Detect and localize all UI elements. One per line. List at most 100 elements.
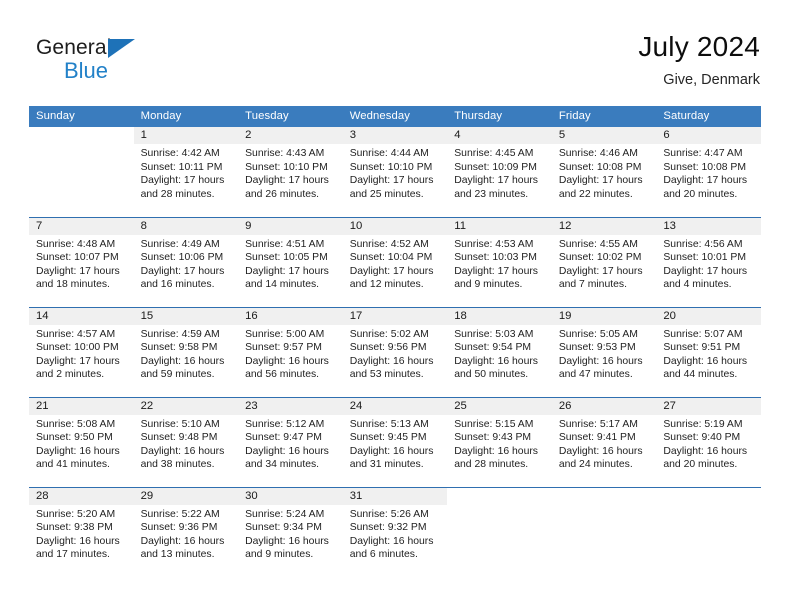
day-number: 15 xyxy=(133,307,239,325)
calendar-empty-cell xyxy=(29,127,134,217)
day-details: Sunrise: 5:07 AM Sunset: 9:51 PM Daylight:… xyxy=(656,325,761,382)
day-sunset-text: Sunset: 9:32 PM xyxy=(349,522,427,534)
day-daylight-1-text: Daylight: 16 hours xyxy=(663,355,748,367)
day-number: 5 xyxy=(551,127,657,144)
calendar-week-row: 21 Sunrise: 5:08 AM Sunset: 9:50 PM Dayligh… xyxy=(29,396,761,487)
calendar-day-cell[interactable]: 17 Sunrise: 5:02 AM Sunset: 9:56 PM Dayligh… xyxy=(342,306,448,397)
weekday-header-friday: Friday xyxy=(551,106,657,127)
calendar-day-cell[interactable]: 2 Sunrise: 4:43 AM Sunset: 10:10 PM Dayligh… xyxy=(238,127,343,217)
calendar-day-cell[interactable]: 22 Sunrise: 5:10 AM Sunset: 9:48 PM Dayligh… xyxy=(133,396,239,487)
calendar-day-cell[interactable]: 26 Sunrise: 5:17 AM Sunset: 9:41 PM Dayligh… xyxy=(551,396,657,487)
day-daylight-2-text: and 59 minutes. xyxy=(140,369,215,381)
weekday-header-monday: Monday xyxy=(133,106,239,127)
calendar-day-cell[interactable]: 5 Sunrise: 4:46 AM Sunset: 10:08 PM Dayligh… xyxy=(551,127,657,217)
day-sunset-text: Sunset: 9:53 PM xyxy=(558,342,636,354)
calendar-day-cell[interactable]: 25 Sunrise: 5:15 AM Sunset: 9:43 PM Dayligh… xyxy=(447,396,552,487)
day-daylight-2-text: and 53 minutes. xyxy=(349,369,424,381)
day-daylight-2-text: and 4 minutes. xyxy=(663,279,732,291)
day-sunrise-text: Sunrise: 4:45 AM xyxy=(454,148,534,159)
calendar-day-cell[interactable]: 12 Sunrise: 4:55 AM Sunset: 10:02 PM Daylig… xyxy=(551,216,657,307)
calendar-day-cell[interactable]: 23 Sunrise: 5:12 AM Sunset: 9:47 PM Dayligh… xyxy=(238,396,343,487)
day-daylight-2-text: and 2 minutes. xyxy=(36,369,105,381)
day-sunrise-text: Sunrise: 4:47 AM xyxy=(663,148,743,159)
day-details: Sunrise: 5:13 AM Sunset: 9:45 PM Daylight:… xyxy=(343,415,448,472)
calendar-day-cell[interactable]: 15 Sunrise: 4:59 AM Sunset: 9:58 PM Dayligh… xyxy=(133,306,239,397)
day-daylight-1-text: Daylight: 16 hours xyxy=(140,355,225,367)
calendar-day-cell[interactable]: 24 Sunrise: 5:13 AM Sunset: 9:45 PM Dayligh… xyxy=(342,396,448,487)
day-sunrise-text: Sunrise: 5:00 AM xyxy=(245,328,325,340)
day-sunset-text: Sunset: 10:10 PM xyxy=(349,161,433,173)
day-number: 22 xyxy=(133,397,239,415)
day-daylight-1-text: Daylight: 17 hours xyxy=(349,175,434,187)
day-number: 7 xyxy=(29,217,134,235)
weekday-header-sunday: Sunday xyxy=(29,106,134,127)
day-daylight-2-text: and 7 minutes. xyxy=(558,279,627,291)
day-daylight-1-text: Daylight: 16 hours xyxy=(454,355,538,367)
calendar-day-cell[interactable]: 28 Sunrise: 5:20 AM Sunset: 9:38 PM Dayligh… xyxy=(29,486,134,577)
day-details: Sunrise: 5:05 AM Sunset: 9:53 PM Daylight:… xyxy=(552,325,657,382)
calendar-day-cell[interactable]: 1 Sunrise: 4:42 AM Sunset: 10:11 PM Dayligh… xyxy=(133,127,239,217)
calendar-week-row: 1 Sunrise: 4:42 AM Sunset: 10:11 PM Dayligh… xyxy=(29,127,761,217)
calendar-day-cell[interactable]: 16 Sunrise: 5:00 AM Sunset: 9:57 PM Dayligh… xyxy=(238,306,343,397)
day-sunset-text: Sunset: 9:48 PM xyxy=(140,432,218,444)
day-daylight-2-text: and 31 minutes. xyxy=(349,459,424,471)
day-daylight-1-text: Daylight: 16 hours xyxy=(140,445,225,457)
day-number xyxy=(29,127,134,144)
day-number: 17 xyxy=(342,307,448,325)
calendar-day-cell[interactable]: 18 Sunrise: 5:03 AM Sunset: 9:54 PM Dayligh… xyxy=(447,306,552,397)
calendar-day-cell[interactable]: 27 Sunrise: 5:19 AM Sunset: 9:40 PM Dayligh… xyxy=(656,396,761,487)
calendar-day-cell[interactable]: 30 Sunrise: 5:24 AM Sunset: 9:34 PM Dayligh… xyxy=(238,486,343,577)
calendar-day-cell[interactable]: 10 Sunrise: 4:52 AM Sunset: 10:04 PM Daylig… xyxy=(342,216,448,307)
day-sunset-text: Sunset: 9:38 PM xyxy=(36,522,113,534)
day-sunrise-text: Sunrise: 5:20 AM xyxy=(36,508,116,520)
day-sunset-text: Sunset: 9:58 PM xyxy=(140,342,218,354)
day-sunset-text: Sunset: 10:05 PM xyxy=(245,252,328,264)
calendar-day-cell[interactable]: 6 Sunrise: 4:47 AM Sunset: 10:08 PM Dayligh… xyxy=(656,127,761,217)
day-sunset-text: Sunset: 10:04 PM xyxy=(349,252,433,264)
calendar-day-cell[interactable]: 9 Sunrise: 4:51 AM Sunset: 10:05 PM Dayligh… xyxy=(238,216,343,307)
day-daylight-2-text: and 18 minutes. xyxy=(36,279,110,291)
day-number: 28 xyxy=(29,487,134,505)
day-details: Sunrise: 4:43 AM Sunset: 10:10 PM Daylight… xyxy=(238,144,343,201)
day-daylight-2-text: and 47 minutes. xyxy=(558,369,633,381)
calendar-day-cell[interactable]: 4 Sunrise: 4:45 AM Sunset: 10:09 PM Dayligh… xyxy=(447,127,552,217)
calendar-day-cell[interactable]: 13 Sunrise: 4:56 AM Sunset: 10:01 PM Daylig… xyxy=(656,216,761,307)
day-details: Sunrise: 4:59 AM Sunset: 9:58 PM Daylight:… xyxy=(134,325,239,382)
calendar-day-cell[interactable]: 14 Sunrise: 4:57 AM Sunset: 10:00 PM Daylig… xyxy=(29,306,134,397)
day-number xyxy=(656,488,761,505)
day-daylight-1-text: Daylight: 17 hours xyxy=(140,265,225,277)
day-number: 23 xyxy=(238,397,343,415)
day-daylight-1-text: Daylight: 16 hours xyxy=(245,355,329,367)
day-sunrise-text: Sunrise: 4:48 AM xyxy=(36,238,116,250)
calendar-day-cell[interactable]: 8 Sunrise: 4:49 AM Sunset: 10:06 PM Dayligh… xyxy=(133,216,239,307)
day-sunset-text: Sunset: 9:43 PM xyxy=(454,432,532,444)
day-daylight-1-text: Daylight: 17 hours xyxy=(36,265,120,277)
calendar-day-cell[interactable]: 20 Sunrise: 5:07 AM Sunset: 9:51 PM Dayligh… xyxy=(656,306,761,397)
day-sunrise-text: Sunrise: 5:15 AM xyxy=(454,418,534,430)
calendar-day-cell[interactable]: 31 Sunrise: 5:26 AM Sunset: 9:32 PM Dayligh… xyxy=(342,486,448,577)
weekday-header-tuesday: Tuesday xyxy=(238,106,343,127)
calendar-day-cell[interactable]: 29 Sunrise: 5:22 AM Sunset: 9:36 PM Dayligh… xyxy=(133,486,239,577)
day-number: 16 xyxy=(238,307,343,325)
day-number: 9 xyxy=(238,217,343,235)
day-details: Sunrise: 5:26 AM Sunset: 9:32 PM Daylight:… xyxy=(343,505,448,562)
day-sunrise-text: Sunrise: 5:26 AM xyxy=(349,508,429,520)
day-number: 30 xyxy=(238,487,343,505)
calendar-page: General Blue July 2024 Give, Denmark Sun… xyxy=(0,0,792,612)
calendar-day-cell[interactable]: 21 Sunrise: 5:08 AM Sunset: 9:50 PM Dayligh… xyxy=(29,396,134,487)
day-sunrise-text: Sunrise: 4:52 AM xyxy=(349,238,429,250)
day-number: 31 xyxy=(342,487,448,505)
day-sunset-text: Sunset: 10:08 PM xyxy=(558,161,642,173)
day-daylight-1-text: Daylight: 16 hours xyxy=(663,445,748,457)
calendar-week-row: 28 Sunrise: 5:20 AM Sunset: 9:38 PM Dayligh… xyxy=(29,486,761,577)
day-daylight-1-text: Daylight: 16 hours xyxy=(349,445,434,457)
logo-text-general: General xyxy=(36,36,112,59)
calendar-day-cell[interactable]: 7 Sunrise: 4:48 AM Sunset: 10:07 PM Dayligh… xyxy=(29,216,134,307)
day-sunrise-text: Sunrise: 5:12 AM xyxy=(245,418,325,430)
day-sunrise-text: Sunrise: 5:03 AM xyxy=(454,328,534,340)
calendar-day-cell[interactable]: 11 Sunrise: 4:53 AM Sunset: 10:03 PM Daylig… xyxy=(447,216,552,307)
day-sunset-text: Sunset: 10:08 PM xyxy=(663,161,746,173)
calendar-day-cell[interactable]: 3 Sunrise: 4:44 AM Sunset: 10:10 PM Dayligh… xyxy=(342,127,448,217)
calendar-day-cell[interactable]: 19 Sunrise: 5:05 AM Sunset: 9:53 PM Dayligh… xyxy=(551,306,657,397)
day-details: Sunrise: 5:03 AM Sunset: 9:54 PM Daylight:… xyxy=(447,325,552,382)
